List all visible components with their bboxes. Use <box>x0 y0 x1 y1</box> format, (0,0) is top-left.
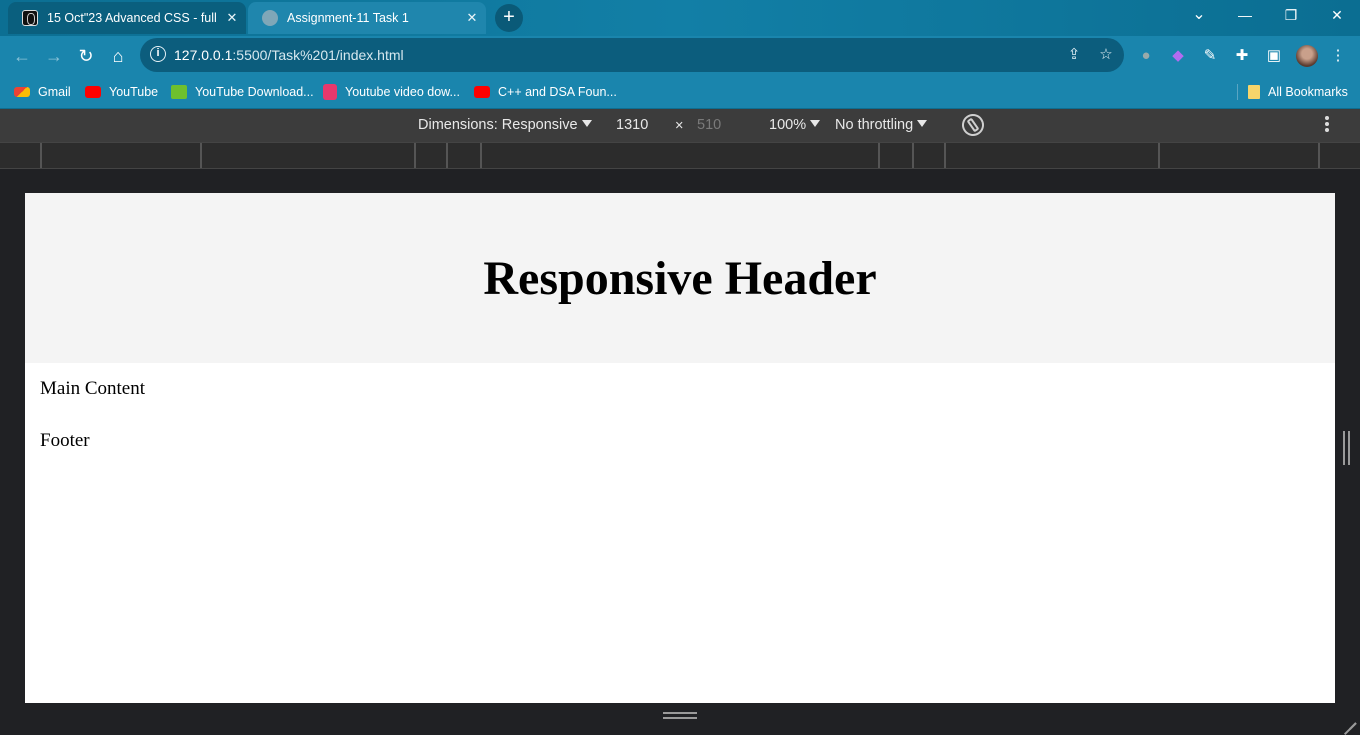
extension-purple-icon[interactable]: ◆ <box>1168 46 1188 66</box>
bookmark-label: C++ and DSA Foun... <box>498 85 617 99</box>
resize-handle-right[interactable] <box>1342 431 1352 465</box>
devtools-more-icon[interactable] <box>1325 116 1329 134</box>
browser-toolbar: ← → ↻ ⌂ i 127.0.0.1:5500/Task%201/index.… <box>0 36 1360 76</box>
side-panel-icon[interactable]: ▣ <box>1264 46 1284 66</box>
caret-down-icon <box>917 120 928 127</box>
address-bar[interactable]: i 127.0.0.1:5500/Task%201/index.html ⇪ ☆ <box>140 38 1124 72</box>
bookmark-label: Gmail <box>38 85 71 99</box>
zoom-dropdown[interactable]: 100% <box>769 117 821 133</box>
back-icon[interactable]: ← <box>8 42 36 70</box>
caret-down-icon <box>581 120 592 127</box>
bookmark-gmail[interactable]: Gmail <box>14 83 71 101</box>
download-icon <box>171 85 187 99</box>
close-tab-icon[interactable]: ✕ <box>458 10 486 26</box>
globe-icon <box>262 10 278 26</box>
tab-assignment[interactable]: Assignment-11 Task 1 ✕ <box>248 2 486 34</box>
site-favicon-icon <box>22 10 38 26</box>
bookmark-label: Youtube video dow... <box>345 85 460 99</box>
tab-strip: 15 Oct"23 Advanced CSS - full st ✕ Assig… <box>0 0 1360 36</box>
gmail-icon <box>14 87 30 97</box>
bookmark-youtube-video-dow[interactable]: Youtube video dow... <box>323 83 460 101</box>
home-icon[interactable]: ⌂ <box>104 42 132 70</box>
bookmarks-bar: Gmail YouTube YouTube Download... Youtub… <box>0 76 1360 109</box>
close-tab-icon[interactable]: ✕ <box>218 10 246 26</box>
media-query-bar[interactable] <box>0 142 1360 169</box>
times-icon: × <box>675 118 684 134</box>
device-toolbar: Dimensions: Responsive 1310 × 510 100% N… <box>0 109 1360 142</box>
all-bookmarks-label: All Bookmarks <box>1268 85 1348 99</box>
profile-avatar[interactable] <box>1296 45 1318 67</box>
extension-icon[interactable]: ● <box>1136 46 1156 66</box>
page-viewport: Responsive Header Main Content Footer <box>25 193 1335 703</box>
eyedropper-icon[interactable]: ✎ <box>1200 46 1220 66</box>
height-input[interactable]: 510 <box>697 117 721 133</box>
new-tab-button[interactable]: + <box>495 4 523 32</box>
bookmark-cpp-dsa[interactable]: C++ and DSA Foun... <box>474 83 617 101</box>
url-host: 127.0.0.1 <box>174 47 233 63</box>
resize-handle-corner[interactable] <box>1340 708 1357 735</box>
forward-icon[interactable]: → <box>40 42 68 70</box>
footer-text: Footer <box>40 430 90 451</box>
restore-button[interactable]: ❐ <box>1268 0 1314 30</box>
minimize-button[interactable]: — <box>1222 0 1268 30</box>
tab-advanced-css[interactable]: 15 Oct"23 Advanced CSS - full st ✕ <box>8 2 246 34</box>
all-bookmarks[interactable]: All Bookmarks <box>1248 83 1348 101</box>
page-header: Responsive Header <box>25 193 1335 363</box>
zoom-label: 100% <box>769 117 807 133</box>
bookmark-youtube[interactable]: YouTube <box>85 83 158 101</box>
menu-kebab-icon[interactable]: ⋮ <box>1328 46 1348 66</box>
u-icon <box>323 84 337 100</box>
throttling-dropdown[interactable]: No throttling <box>835 117 928 133</box>
folder-icon <box>1248 85 1260 99</box>
close-window-button[interactable]: ✕ <box>1314 0 1360 30</box>
caret-down-icon <box>810 120 821 127</box>
extensions-puzzle-icon[interactable]: ✚ <box>1232 46 1252 66</box>
resize-handle-bottom[interactable] <box>663 711 697 721</box>
header-title: Responsive Header <box>483 251 877 305</box>
youtube-icon <box>85 86 101 98</box>
throttling-label: No throttling <box>835 117 914 133</box>
site-info-icon[interactable]: i <box>150 46 166 62</box>
tab-search-icon[interactable]: ⌄ <box>1176 0 1222 30</box>
dimensions-dropdown[interactable]: Dimensions: Responsive <box>418 117 592 133</box>
main-content-text: Main Content <box>40 378 146 399</box>
tab-title: 15 Oct"23 Advanced CSS - full st <box>47 11 218 25</box>
bookmark-youtube-download[interactable]: YouTube Download... <box>171 83 314 101</box>
youtube-icon <box>474 86 490 98</box>
reload-icon[interactable]: ↻ <box>72 42 100 70</box>
bookmark-star-icon[interactable]: ☆ <box>1096 45 1116 65</box>
bookmarks-divider <box>1237 84 1238 100</box>
url-path: :5500/Task%201/index.html <box>232 47 404 63</box>
tab-title: Assignment-11 Task 1 <box>287 11 409 25</box>
url-text[interactable]: 127.0.0.1:5500/Task%201/index.html <box>174 47 404 63</box>
bookmark-label: YouTube Download... <box>195 85 314 99</box>
share-icon[interactable]: ⇪ <box>1064 45 1084 65</box>
width-input[interactable]: 1310 <box>616 117 648 133</box>
dimensions-label: Dimensions: Responsive <box>418 117 578 133</box>
bookmark-label: YouTube <box>109 85 159 99</box>
